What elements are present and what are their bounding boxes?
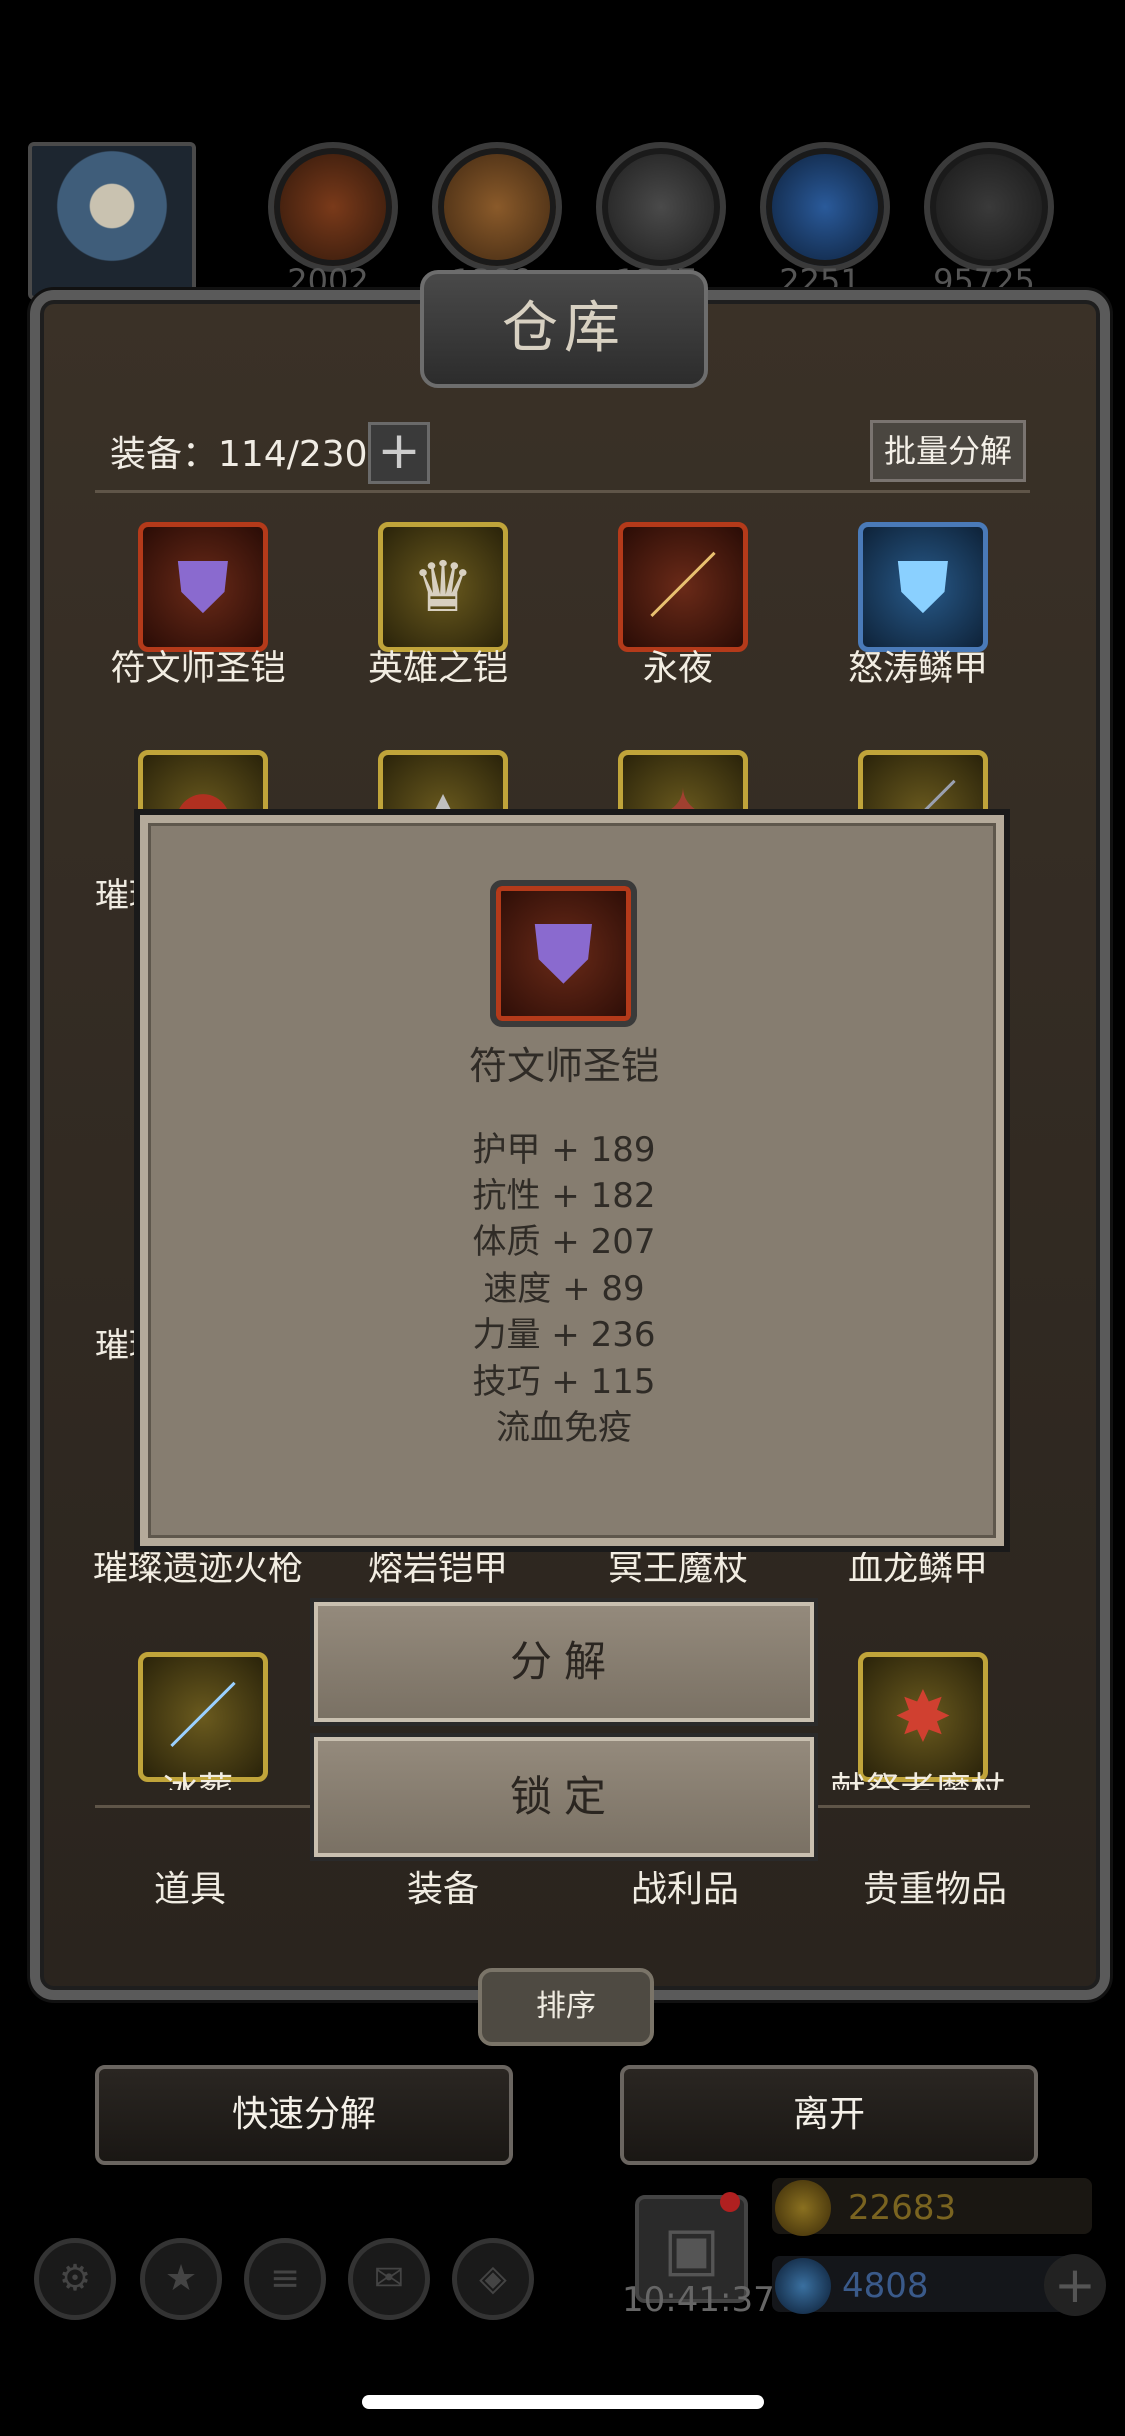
armor-icon: ⛊ [176,546,230,628]
quick-decompose-button[interactable]: 快速分解 [95,2065,513,2165]
mail-icon[interactable]: ✉ [348,2238,430,2320]
expand-capacity-button[interactable]: + [368,422,430,484]
panel-title: 仓库 [420,270,708,388]
popup-item-name: 符文师圣铠 [468,1044,659,1088]
armor-icon: ♛ [411,546,475,628]
coin-icon [775,2180,831,2236]
stat-speed: 速度 + 89 [483,1269,645,1309]
item-label: 英雄之铠 [367,649,508,689]
staff-icon: ✸ [893,1676,953,1758]
item-slot-hero-armor[interactable]: ♛ [378,522,508,652]
home-indicator[interactable] [362,2395,764,2409]
tab-valuables[interactable]: 贵重物品 [810,1860,1060,1912]
stat-skill: 技巧 + 115 [472,1362,656,1402]
lock-button[interactable]: 锁定 [314,1737,814,1857]
armor-icon: ⛊ [533,907,594,1000]
item-slot-tide-scale-armor[interactable]: ⛊ [858,522,988,652]
resource-leather-icon [268,142,398,272]
gold-amount: 22683 [848,2188,957,2228]
equipment-capacity: 装备：114/230 [110,434,368,475]
item-label: 献祭者魔杖 [798,1762,1038,1790]
gem-amount: 4808 [842,2266,929,2306]
item-label: 符文师圣铠 [110,649,286,689]
resource-wood-icon [432,142,562,272]
gear-icon[interactable]: ⚙ [34,2238,116,2320]
stat-armor: 护甲 + 189 [472,1130,656,1170]
resource-crystal-icon [760,142,890,272]
stat-bleed-immunity: 流血免疫 [496,1408,632,1448]
item-label: 血龙鳞甲 [847,1549,988,1589]
item-label: 冰葬 [78,1762,318,1790]
add-currency-icon[interactable]: + [1044,2254,1106,2316]
dagger-icon: ／ [648,546,718,628]
chart-icon[interactable]: ◈ [452,2238,534,2320]
item-slot-rune-armor[interactable]: ⛊ [138,522,268,652]
item-label: 璀璨遗迹火枪 [92,1549,303,1589]
tab-loot[interactable]: 战利品 [560,1860,810,1912]
leave-button[interactable]: 离开 [620,2065,1038,2165]
stat-resistance: 抗性 + 182 [472,1176,656,1216]
book-icon[interactable]: ≡ [244,2238,326,2320]
item-label: 永夜 [642,649,713,689]
star-icon[interactable]: ★ [140,2238,222,2320]
item-label: 熔岩铠甲 [367,1549,508,1589]
bulk-decompose-button[interactable]: 批量分解 [870,420,1026,482]
tab-equipment[interactable]: 装备 [318,1860,568,1912]
item-slot-eternal-night[interactable]: ／ [618,522,748,652]
notification-dot [720,2192,740,2212]
popup-item-icon: ⛊ [490,880,637,1027]
gift-timer: 10:41:37 [622,2280,775,2320]
tab-items[interactable]: 道具 [65,1860,315,1912]
armor-icon: ⛊ [896,546,950,628]
resource-stone-icon [596,142,726,272]
sort-button[interactable]: 排序 [478,1968,654,2046]
sword-icon: ／ [168,1676,238,1758]
player-avatar[interactable] [28,142,196,300]
item-label: 冥王魔杖 [607,1549,748,1589]
resource-iron-icon [924,142,1054,272]
decompose-button[interactable]: 分解 [314,1602,814,1722]
item-label: 怒涛鳞甲 [847,649,988,689]
stat-constitution: 体质 + 207 [472,1222,656,1262]
gem-icon [775,2258,831,2314]
stat-strength: 力量 + 236 [472,1315,656,1355]
header-divider [95,490,1030,493]
